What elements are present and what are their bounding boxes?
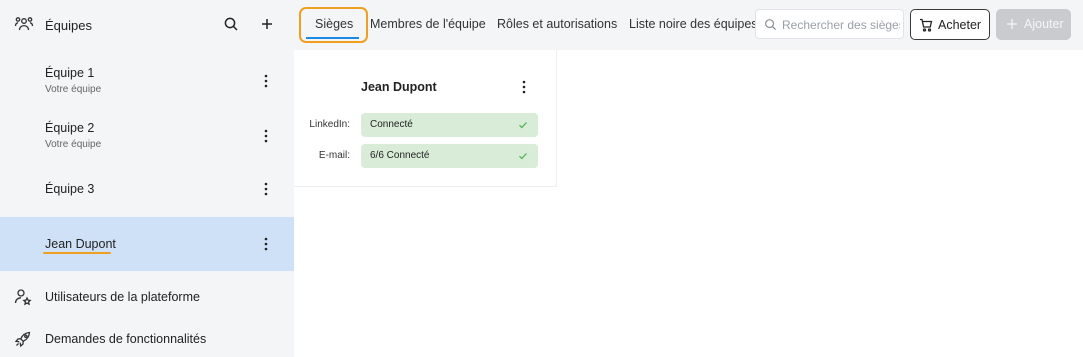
cart-icon: [920, 18, 933, 32]
user-star-icon: [14, 289, 32, 306]
highlight-underline: [43, 252, 111, 254]
team-item-jean-dupont[interactable]: Jean Dupont: [0, 217, 294, 271]
team-name: Équipe 3: [45, 182, 95, 196]
team-item-equipe-3[interactable]: Équipe 3: [0, 162, 294, 216]
nav-item-feature-requests[interactable]: Demandes de fonctionnalités: [0, 319, 294, 357]
buy-label: Acheter: [938, 18, 982, 32]
nav-item-platform-users[interactable]: Utilisateurs de la plateforme: [0, 277, 294, 317]
kebab-menu-icon[interactable]: [258, 181, 274, 197]
search-icon: [765, 19, 777, 31]
team-name: Jean Dupont: [45, 237, 116, 251]
linkedin-status: Connecté: [361, 113, 538, 137]
check-icon: [519, 122, 527, 129]
team-subtitle: Votre équipe: [45, 84, 102, 95]
sidebar-header: Équipes: [0, 0, 294, 50]
top-bar: Sièges Membres de l'équipe Rôles et auto…: [294, 0, 1083, 50]
email-label: E-mail:: [318, 150, 350, 161]
nav-label: Demandes de fonctionnalités: [45, 332, 207, 346]
rocket-icon: [14, 331, 31, 348]
seat-user-name: Jean Dupont: [361, 80, 437, 94]
tab-roles-permissions[interactable]: Rôles et autorisations: [497, 17, 617, 31]
search-input[interactable]: [782, 16, 900, 33]
team-item-equipe-1[interactable]: Équipe 1 Votre équipe: [0, 54, 294, 108]
buy-button[interactable]: Acheter: [910, 9, 990, 40]
add-button[interactable]: Ajouter: [996, 9, 1071, 40]
team-name: Équipe 1: [45, 66, 95, 80]
kebab-menu-icon[interactable]: [258, 128, 274, 144]
kebab-menu-icon[interactable]: [258, 236, 274, 252]
plus-icon: [1007, 19, 1017, 29]
status-text: Connecté: [370, 119, 413, 130]
add-team-icon[interactable]: [259, 16, 275, 32]
active-tab-indicator: [306, 37, 359, 39]
status-text: 6/6 Connecté: [370, 150, 430, 161]
add-label: Ajouter: [1024, 17, 1064, 31]
nav-label: Utilisateurs de la plateforme: [45, 290, 200, 304]
search-icon[interactable]: [223, 16, 239, 32]
check-icon: [519, 153, 527, 160]
sidebar: Équipes Équipe 1 Votre équipe Équipe 2 V…: [0, 0, 294, 357]
email-status: 6/6 Connecté: [361, 144, 538, 168]
tab-seats[interactable]: Sièges: [315, 17, 353, 31]
kebab-menu-icon[interactable]: [516, 79, 532, 95]
team-name: Équipe 2: [45, 121, 95, 135]
seat-card: Jean Dupont LinkedIn: Connecté E-mail: 6…: [294, 50, 557, 187]
linkedin-label: LinkedIn:: [309, 119, 350, 130]
tab-team-members[interactable]: Membres de l'équipe: [370, 17, 486, 31]
team-item-equipe-2[interactable]: Équipe 2 Votre équipe: [0, 109, 294, 163]
search-box[interactable]: [755, 9, 904, 39]
team-subtitle: Votre équipe: [45, 139, 102, 150]
kebab-menu-icon[interactable]: [258, 73, 274, 89]
tab-team-blacklist[interactable]: Liste noire des équipes: [629, 17, 758, 31]
teams-icon: [14, 17, 34, 31]
sidebar-title: Équipes: [45, 18, 92, 33]
